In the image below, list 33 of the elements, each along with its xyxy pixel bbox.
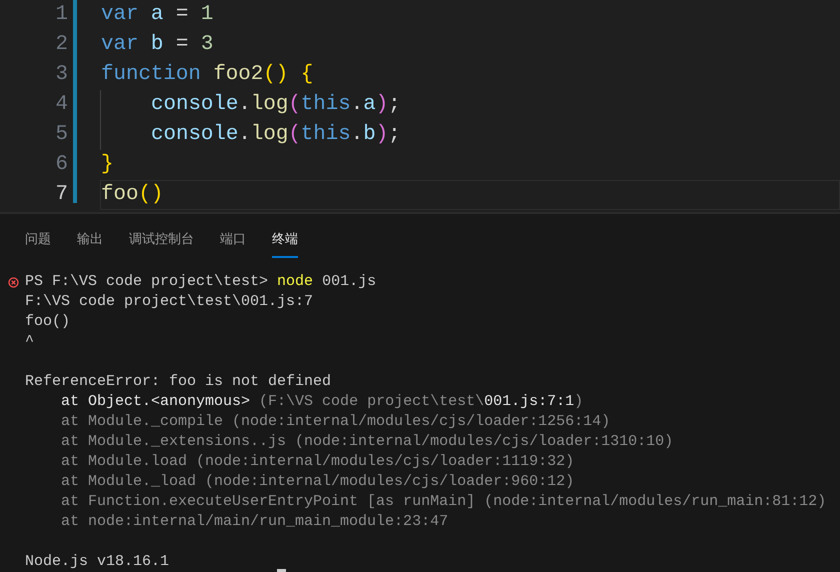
terminal-cursor	[277, 569, 286, 572]
code-line: console.log(this.a);	[150, 92, 402, 118]
code-line: function foo2() {	[100, 62, 314, 88]
terminal-line: at Module._extensions..js (node:internal/modules/cjs/loader:1310:10)	[60, 432, 674, 452]
line-number: 2	[56, 32, 68, 58]
terminal-line: ^	[25, 332, 34, 352]
code-line: var b = 3	[100, 32, 214, 58]
panel-tab[interactable]: 输出	[77, 228, 103, 258]
panel-tab[interactable]: 问题	[25, 228, 51, 258]
terminal-line: ReferenceError: foo is not defined	[25, 372, 332, 392]
line-number: 6	[56, 152, 68, 178]
line-number: 4	[56, 92, 68, 118]
terminal-line: at Module._compile (node:internal/modules/cjs/loader:1256:14)	[60, 412, 610, 432]
panel-tab[interactable]: 端口	[220, 228, 246, 258]
code-line: }	[100, 152, 114, 178]
terminal-line: foo()	[25, 312, 70, 332]
code-line: console.log(this.b);	[150, 122, 402, 148]
line-number: 3	[56, 62, 68, 88]
panel-tab[interactable]: 终端	[272, 228, 298, 258]
panel-tab[interactable]: 调试控制台	[129, 228, 194, 258]
terminal-line: at Module.load (node:internal/modules/cjs/loader:1119:32)	[60, 452, 574, 472]
terminal-line: at Function.executeUserEntryPoint [as runMain] (node:internal/modules/run_main:81:12)	[60, 492, 826, 512]
terminal-line: PS F:\VS code project\test> node 001.js	[25, 272, 376, 292]
code-editor[interactable]: 1 2 3 4 5 6 7 var a = 1 var b = 3 function foo2() { console.log(this.a); console.log(this.b); } foo()	[0, 0, 840, 212]
terminal-line: Node.js v18.16.1	[25, 552, 170, 572]
terminal-line: F:\VS code project\test\001.js:7	[25, 292, 314, 312]
terminal-line: at Object.<anonymous> (F:\VS code project\test\001.js:7:1)	[60, 392, 584, 412]
line-number: 1	[56, 2, 68, 28]
line-number: 5	[56, 122, 68, 148]
terminal-line: at Module._load (node:internal/modules/cjs/loader:960:12)	[60, 472, 574, 492]
terminal-line: at node:internal/main/run_main_module:23:47	[60, 512, 448, 532]
code-line: var a = 1	[100, 2, 214, 28]
line-number: 7	[56, 182, 68, 208]
